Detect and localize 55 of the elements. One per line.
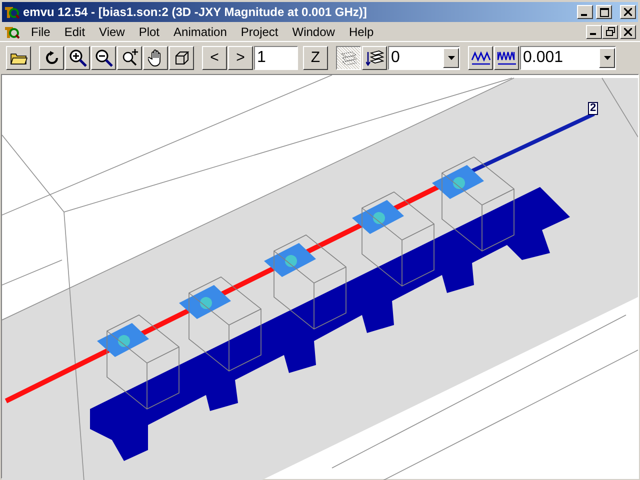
maximize-button[interactable] [596, 5, 612, 19]
wave-button[interactable] [494, 46, 519, 70]
caret-icon [448, 56, 454, 60]
restore-button[interactable] [602, 24, 618, 38]
previous-button[interactable]: < [202, 46, 227, 70]
zoom-out-button[interactable] [91, 46, 116, 70]
z-button[interactable]: Z [303, 46, 328, 70]
zoom-fit-button[interactable] [117, 46, 142, 70]
menu-item[interactable]: View [92, 22, 132, 40]
maximize-icon [600, 8, 608, 16]
rotate-button[interactable] [39, 46, 64, 70]
window-title: emvu 12.54 - [bias1.son:2 (3D -JXY Magnitude at 0.001 GHz)] [23, 4, 368, 21]
port-label: 2 [588, 102, 598, 115]
frequency-combo[interactable]: 0.001 [520, 46, 616, 70]
layers-icon [366, 50, 384, 66]
menu-item[interactable]: Plot [132, 22, 167, 40]
rotate-icon [44, 51, 58, 65]
menu-item[interactable]: Animation [166, 22, 234, 40]
cube-icon [174, 50, 190, 66]
combo-value: 0.001 [522, 50, 564, 66]
combo-value: 0 [390, 50, 401, 66]
minimize-button[interactable] [586, 24, 602, 38]
wave-icon [496, 50, 516, 66]
restore-icon [606, 27, 614, 36]
layers-button[interactable] [362, 46, 387, 70]
zoom-fit-icon [120, 49, 138, 67]
menu-item[interactable]: Project [234, 22, 286, 40]
caret-icon [604, 56, 610, 60]
open-folder-button[interactable] [6, 46, 31, 70]
wave-icon [470, 50, 490, 66]
dropdown-button[interactable] [443, 48, 459, 68]
frame-field[interactable]: 1 [254, 46, 298, 70]
level-combo[interactable]: 0 [388, 46, 460, 70]
close-button[interactable] [620, 24, 636, 38]
zoom-in-icon [68, 49, 86, 67]
app-icon [4, 4, 20, 20]
hand-icon [148, 49, 164, 67]
close-icon [624, 28, 632, 36]
folder-icon [10, 51, 28, 65]
close-icon [624, 8, 632, 16]
3d-view-button[interactable] [169, 46, 194, 70]
next-button[interactable]: > [228, 46, 253, 70]
mesh-icon [340, 51, 356, 65]
menu-item[interactable]: File [24, 22, 58, 40]
menu-item[interactable]: Edit [57, 22, 92, 40]
wave-button[interactable] [468, 46, 493, 70]
dropdown-button[interactable] [599, 48, 615, 68]
minimize-button[interactable] [577, 5, 593, 19]
pan-button[interactable] [143, 46, 168, 70]
mesh-button[interactable] [336, 46, 361, 70]
menu-item[interactable]: Help [342, 22, 381, 40]
menu-item[interactable]: Window [285, 22, 342, 40]
close-button[interactable] [620, 5, 636, 19]
zoom-out-icon [94, 49, 112, 67]
zoom-in-button[interactable] [65, 46, 90, 70]
